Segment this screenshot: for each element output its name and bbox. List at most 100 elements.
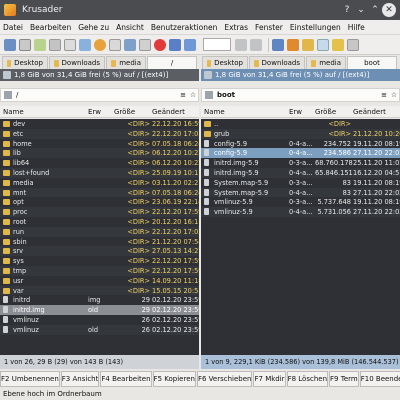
f2-rename-button[interactable]: F2 Umbenennen — [0, 371, 60, 387]
list-icon[interactable] — [139, 38, 151, 51]
menu-extras[interactable]: Extras — [224, 23, 248, 32]
folder-row[interactable]: proc <DIR> 22.12.20 17:59 — [0, 207, 199, 217]
col-name[interactable]: Name — [204, 108, 225, 116]
tab-desktop[interactable]: Desktop — [202, 56, 248, 69]
history-icon[interactable]: ≡ — [178, 91, 188, 99]
col-size[interactable]: Größe — [315, 108, 336, 116]
folder-row[interactable]: tmp <DIR> 22.12.20 17:59 — [0, 265, 199, 276]
col-ext[interactable]: Erw — [88, 108, 101, 116]
bookmark-star-icon[interactable]: ☆ — [389, 91, 399, 99]
archive-icon[interactable] — [109, 38, 121, 51]
menu-fenster[interactable]: Fenster — [255, 23, 283, 32]
file-row[interactable]: vmlinuz old 26 02.12.20 23:59 — [0, 324, 199, 335]
right-free-space[interactable]: 1,8 GiB von 31,4 GiB frei (5 %) auf / [(… — [201, 69, 400, 81]
help-button[interactable]: ? — [340, 5, 354, 15]
file-row[interactable]: vmlinuz-5.9 0-3-a... 5.737.648 19.11.20 08:… — [201, 197, 400, 207]
split-icon[interactable] — [347, 38, 359, 51]
tab-downloads[interactable]: Downloads — [49, 56, 105, 69]
right-file-list[interactable]: .. <DIR> grub <DIR> 21.12.20 10:20 config-5.9… — [201, 119, 400, 355]
folder-row[interactable]: usr <DIR> 14.09.20 11:18 — [0, 276, 199, 286]
copy-icon[interactable] — [64, 38, 76, 51]
f6-move-button[interactable]: F6 Verschieben — [196, 371, 253, 387]
left-path-bar[interactable]: / ≡ ☆ — [0, 88, 199, 102]
bookmark-icon[interactable] — [332, 38, 344, 51]
folder-row[interactable]: grub <DIR> 21.12.20 10:20 — [201, 128, 400, 139]
tab-media[interactable]: media — [106, 56, 146, 69]
folder-row[interactable]: mnt <DIR> 07.05.18 06:24 — [0, 187, 199, 198]
col-size[interactable]: Größe — [114, 108, 135, 116]
edit-icon[interactable] — [49, 38, 61, 51]
terminal-icon[interactable] — [19, 38, 31, 51]
forward-icon[interactable] — [250, 38, 262, 51]
close-button[interactable]: ✕ — [382, 3, 396, 17]
folder-row[interactable]: var <DIR> 15.05.15 20:51 — [0, 285, 199, 296]
folder-row[interactable]: etc <DIR> 22.12.20 17:01 — [0, 128, 199, 139]
file-row[interactable]: System.map-5.9 0-4-a... 83 27.11.20 22:02 — [201, 187, 400, 198]
swap-panels-icon[interactable] — [169, 38, 181, 51]
file-row[interactable]: System.map-5.9 0-3-a... 83 19.11.20 08:19 — [201, 178, 400, 188]
maximize-button[interactable]: ⌃ — [368, 5, 382, 15]
bookmark-star-icon[interactable]: ☆ — [188, 91, 198, 99]
history-icon[interactable]: ≡ — [379, 91, 389, 99]
left-file-list[interactable]: dev <DIR> 22.12.20 16:59 etc <DIR> 22.12.20 1… — [0, 119, 199, 355]
right-path-bar[interactable]: boot ≡ ☆ — [201, 88, 400, 102]
f10-quit-button[interactable]: F10 Beenden — [359, 371, 400, 387]
tab-downloads[interactable]: Downloads — [249, 56, 305, 69]
folder-row[interactable]: root <DIR> 20.12.20 16:11 — [0, 217, 199, 227]
col-modified[interactable]: Geändert — [152, 108, 185, 116]
view-icon[interactable] — [34, 38, 46, 51]
search-icon[interactable] — [94, 38, 106, 51]
minimize-button[interactable]: ⌄ — [354, 5, 368, 15]
folder-row[interactable]: srv <DIR> 27.05.13 14:27 — [0, 246, 199, 257]
f4-edit-button[interactable]: F4 Bearbeiten — [100, 371, 152, 387]
tab-media[interactable]: media — [306, 56, 346, 69]
up-icon[interactable] — [272, 38, 284, 51]
menu-bearbeiten[interactable]: Bearbeiten — [30, 23, 71, 32]
folder-row[interactable]: lib64 <DIR> 06.12.20 10:22 — [0, 158, 199, 168]
network-icon[interactable] — [184, 38, 196, 51]
tab-root[interactable]: / — [147, 56, 197, 69]
folder-row[interactable]: lib <DIR> 06.12.20 10:22 — [0, 148, 199, 159]
menu-ansicht[interactable]: Ansicht — [116, 23, 144, 32]
file-row[interactable]: config-5.9 0-4-a... 234.752 19.11.20 08:19 — [201, 139, 400, 149]
col-modified[interactable]: Geändert — [353, 108, 386, 116]
file-row[interactable]: config-5.9 0-4-a... 234.586 27.11.20 22:02 — [201, 148, 400, 159]
folder-row[interactable]: sbin <DIR> 21.12.20 07:54 — [0, 237, 199, 247]
tab-desktop[interactable]: Desktop — [2, 56, 48, 69]
file-row[interactable]: initrd.img old 29 02.12.20 23:59 — [0, 305, 199, 315]
folder-row[interactable]: dev <DIR> 22.12.20 16:59 — [0, 119, 199, 129]
folder-row[interactable]: media <DIR> 03.11.20 02:21 — [0, 178, 199, 188]
menu-hilfe[interactable]: Hilfe — [348, 23, 365, 32]
tab-boot[interactable]: boot — [347, 56, 397, 69]
newtab-icon[interactable] — [4, 38, 16, 51]
file-row[interactable]: vmlinuz-5.9 0-4-a... 5.731.056 27.11.20 22:… — [201, 207, 400, 217]
folder-icon[interactable] — [302, 38, 314, 51]
f9-term-button[interactable]: F9 Term — [329, 371, 359, 387]
home-icon[interactable] — [287, 38, 299, 51]
folder-row[interactable]: sys <DIR> 22.12.20 17:59 — [0, 256, 199, 266]
menu-datei[interactable]: Datei — [3, 23, 23, 32]
sidebar-icon[interactable] — [317, 38, 329, 51]
stop-icon[interactable] — [154, 38, 166, 51]
col-ext[interactable]: Erw — [289, 108, 302, 116]
file-row[interactable]: initrd img 29 02.12.20 23:59 — [0, 295, 199, 305]
f8-delete-button[interactable]: F8 Löschen — [286, 371, 329, 387]
compare-icon[interactable] — [79, 38, 91, 51]
folder-row[interactable]: lost+found <DIR> 25.09.19 10:11 — [0, 167, 199, 178]
f5-copy-button[interactable]: F5 Kopieren — [152, 371, 196, 387]
file-row[interactable]: initrd.img-5.9 0-4-a... 65.846.151 16.12.20… — [201, 167, 400, 178]
back-icon[interactable] — [235, 38, 247, 51]
f3-view-button[interactable]: F3 Ansicht — [60, 371, 100, 387]
folder-row[interactable]: opt <DIR> 23.06.19 22:14 — [0, 197, 199, 207]
menu-benutzeraktionen[interactable]: Benutzeraktionen — [151, 23, 218, 32]
file-row[interactable]: vmlinuz 26 02.12.20 23:59 — [0, 315, 199, 325]
sync-icon[interactable] — [124, 38, 136, 51]
menu-gehe-zu[interactable]: Gehe zu — [78, 23, 109, 32]
menu-einstellungen[interactable]: Einstellungen — [290, 23, 341, 32]
toolbar-field[interactable] — [203, 38, 231, 51]
left-free-space[interactable]: 1,8 GiB von 31,4 GiB frei (5 %) auf / [(… — [0, 69, 199, 81]
folder-row[interactable]: home <DIR> 07.05.18 06:24 — [0, 139, 199, 149]
col-name[interactable]: Name — [3, 108, 24, 116]
folder-row[interactable]: .. <DIR> — [201, 119, 400, 129]
file-row[interactable]: initrd.img-5.9 0-3-a... 68.760.178 25.11.20… — [201, 158, 400, 168]
